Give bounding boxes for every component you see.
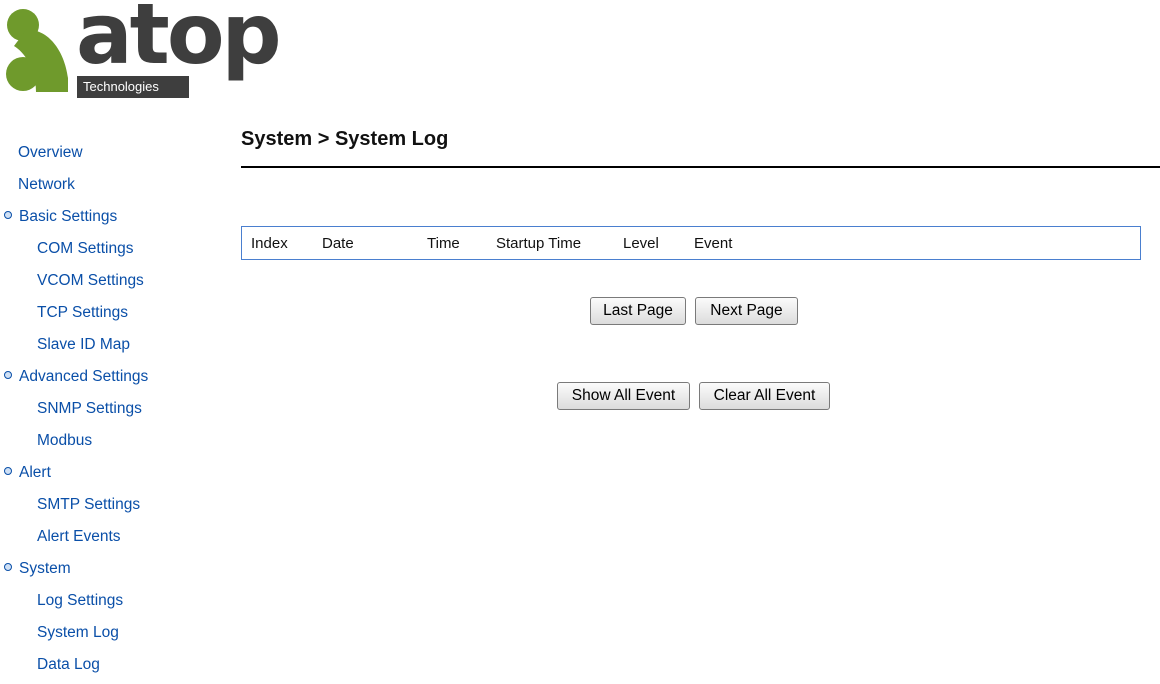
column-header-level: Level (623, 235, 659, 252)
sidebar-item-snmp-settings[interactable]: SNMP Settings (0, 396, 225, 428)
sidebar-group-label: Advanced Settings (19, 368, 149, 385)
sidebar-group-alert[interactable]: Alert (0, 460, 225, 492)
next-page-button[interactable]: Next Page (695, 297, 798, 325)
column-header-date: Date (322, 235, 354, 252)
sidebar-group-label: System (19, 560, 71, 577)
clear-all-event-button[interactable]: Clear All Event (699, 382, 830, 410)
sidebar-group-advanced-settings[interactable]: Advanced Settings (0, 364, 225, 396)
expand-bullet-icon (4, 210, 12, 219)
sidebar-item-data-log[interactable]: Data Log (0, 652, 225, 684)
sidebar-item-vcom-settings[interactable]: VCOM Settings (0, 268, 225, 300)
sidebar-nav: Overview Network Basic Settings COM Sett… (0, 140, 225, 684)
sidebar-group-basic-settings[interactable]: Basic Settings (0, 204, 225, 236)
column-header-event: Event (694, 235, 733, 252)
sidebar-group-system[interactable]: System (0, 556, 225, 588)
sidebar-item-tcp-settings[interactable]: TCP Settings (0, 300, 225, 332)
logo-subtitle: Technologies (77, 76, 189, 98)
column-header-time: Time (427, 235, 460, 252)
logo-mark-icon (6, 9, 68, 92)
sidebar-item-modbus[interactable]: Modbus (0, 428, 225, 460)
sidebar-group-label: Alert (19, 464, 51, 481)
expand-bullet-icon (4, 370, 12, 379)
show-all-event-button[interactable]: Show All Event (557, 382, 690, 410)
sidebar-item-network[interactable]: Network (0, 172, 225, 204)
atop-logo: atop Technologies (6, 0, 282, 98)
sidebar-item-overview[interactable]: Overview (0, 140, 225, 172)
logo-wordmark: atop (76, 0, 282, 83)
sidebar-item-smtp-settings[interactable]: SMTP Settings (0, 492, 225, 524)
sidebar-group-label: Basic Settings (19, 208, 118, 225)
sidebar-item-com-settings[interactable]: COM Settings (0, 236, 225, 268)
last-page-button[interactable]: Last Page (590, 297, 686, 325)
column-header-index: Index (251, 235, 288, 252)
expand-bullet-icon (4, 466, 12, 475)
sidebar-item-slave-id-map[interactable]: Slave ID Map (0, 332, 225, 364)
sidebar-item-alert-events[interactable]: Alert Events (0, 524, 225, 556)
title-divider (241, 166, 1160, 168)
sidebar-item-log-settings[interactable]: Log Settings (0, 588, 225, 620)
system-log-table: Index Date Time Startup Time Level Event (241, 226, 1141, 260)
sidebar-item-system-log[interactable]: System Log (0, 620, 225, 652)
page-title: System > System Log (241, 128, 449, 150)
column-header-startup-time: Startup Time (496, 235, 582, 252)
expand-bullet-icon (4, 562, 12, 571)
